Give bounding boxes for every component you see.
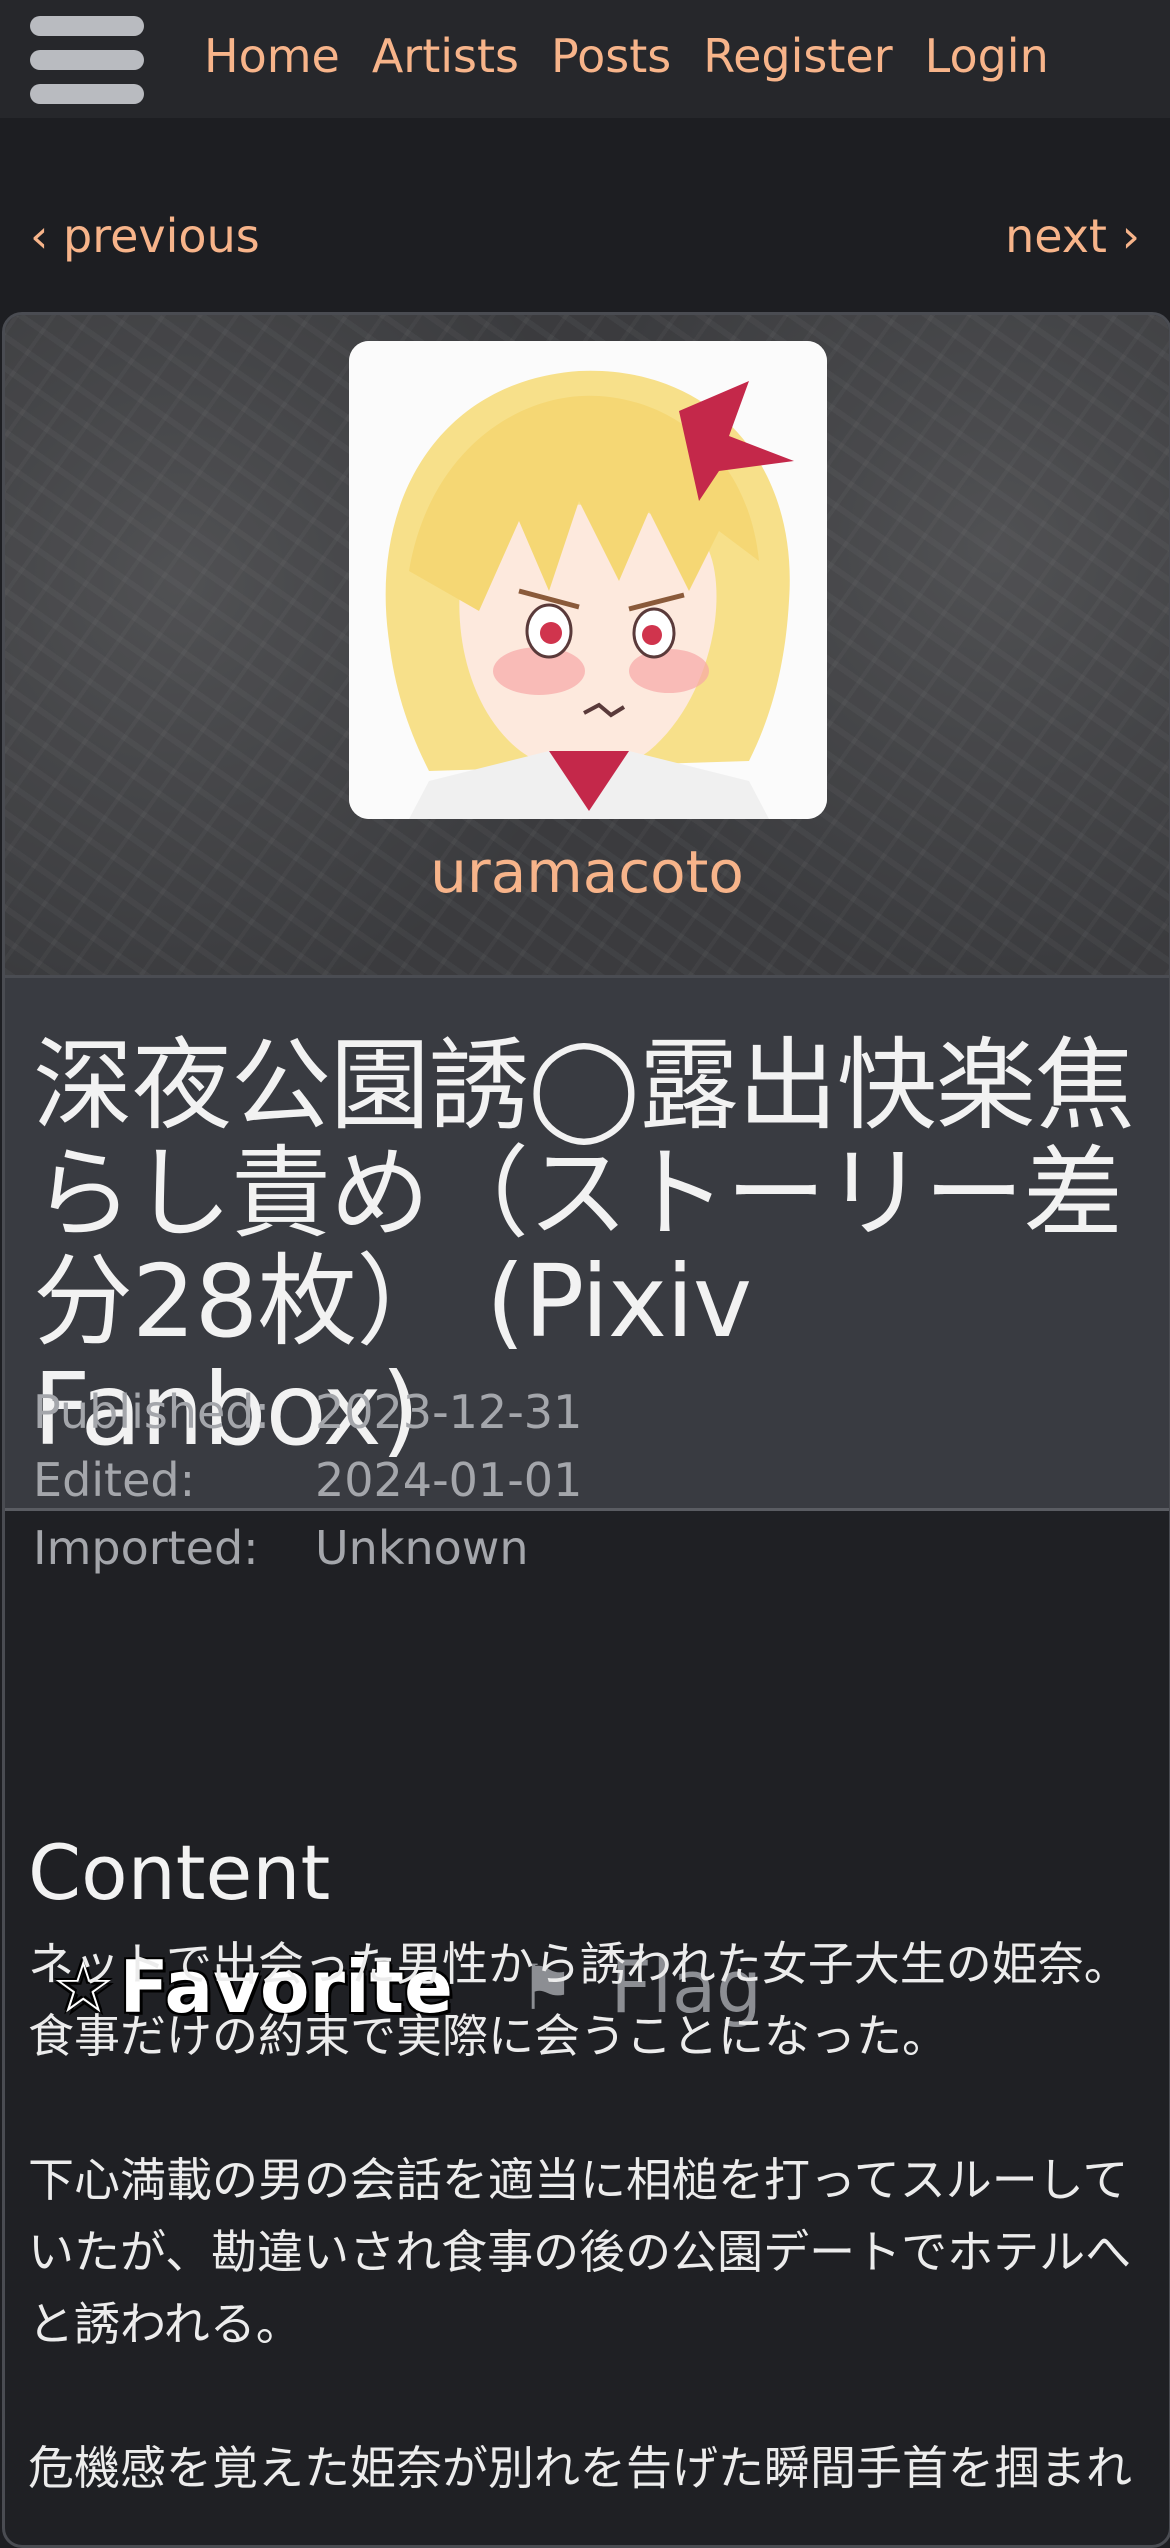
post-info-panel: 深夜公園誘◯露出快楽焦らし責め（ストーリー差分28枚） (Pixiv Fanbo…: [5, 978, 1169, 1575]
meta-key: Published:: [33, 1385, 270, 1439]
post-pager: ‹ previous next ›: [30, 206, 1140, 266]
content-paragraph: 下心満載の男の会話を適当に相槌を打ってスルーしていたが、勘違いされ食事の後の公園…: [28, 2153, 1132, 2351]
nav-links: Home Artists Posts Register Login: [204, 26, 1049, 86]
content-paragraph: 食事だけの約束で実際に会うことになった。: [28, 2009, 948, 2063]
post-content: Content ネットで出会った男性から誘われた女子大生の姫奈。 食事だけの約束…: [28, 1798, 1138, 2504]
content-paragraph: ネットで出会った男性から誘われた女子大生の姫奈。: [28, 1937, 1130, 1991]
meta-row-imported: Imported: Unknown: [33, 1514, 582, 1582]
meta-row-edited: Edited: 2024-01-01: [33, 1446, 582, 1514]
nav-link-login[interactable]: Login: [925, 26, 1049, 86]
nav-link-posts[interactable]: Posts: [551, 26, 671, 86]
meta-value: 2023-12-31: [315, 1385, 583, 1439]
nav-link-register[interactable]: Register: [703, 26, 892, 86]
content-heading: Content: [28, 1828, 331, 1917]
meta-value: 2024-01-01: [315, 1453, 583, 1507]
meta-row-published: Published: 2023-12-31: [33, 1378, 582, 1446]
nav-link-artists[interactable]: Artists: [372, 26, 519, 86]
artist-avatar[interactable]: [349, 341, 827, 819]
artist-banner: uramacoto: [5, 315, 1169, 978]
nav-link-home[interactable]: Home: [204, 26, 340, 86]
avatar-illustration: [349, 341, 827, 819]
hamburger-menu-icon[interactable]: [30, 14, 144, 104]
top-nav-bar: Home Artists Posts Register Login: [0, 0, 1170, 118]
next-post-link[interactable]: next ›: [1005, 206, 1140, 266]
previous-post-link[interactable]: ‹ previous: [30, 206, 260, 266]
meta-key: Edited:: [33, 1453, 196, 1507]
meta-value: Unknown: [315, 1521, 529, 1575]
artist-name-link[interactable]: uramacoto: [5, 837, 1169, 907]
content-paragraph: 危機感を覚えた姫奈が別れを告げた瞬間手首を掴まれ: [28, 2441, 1132, 2495]
post-meta: Published: 2023-12-31 Edited: 2024-01-01…: [33, 1378, 582, 1582]
meta-key: Imported:: [33, 1521, 259, 1575]
